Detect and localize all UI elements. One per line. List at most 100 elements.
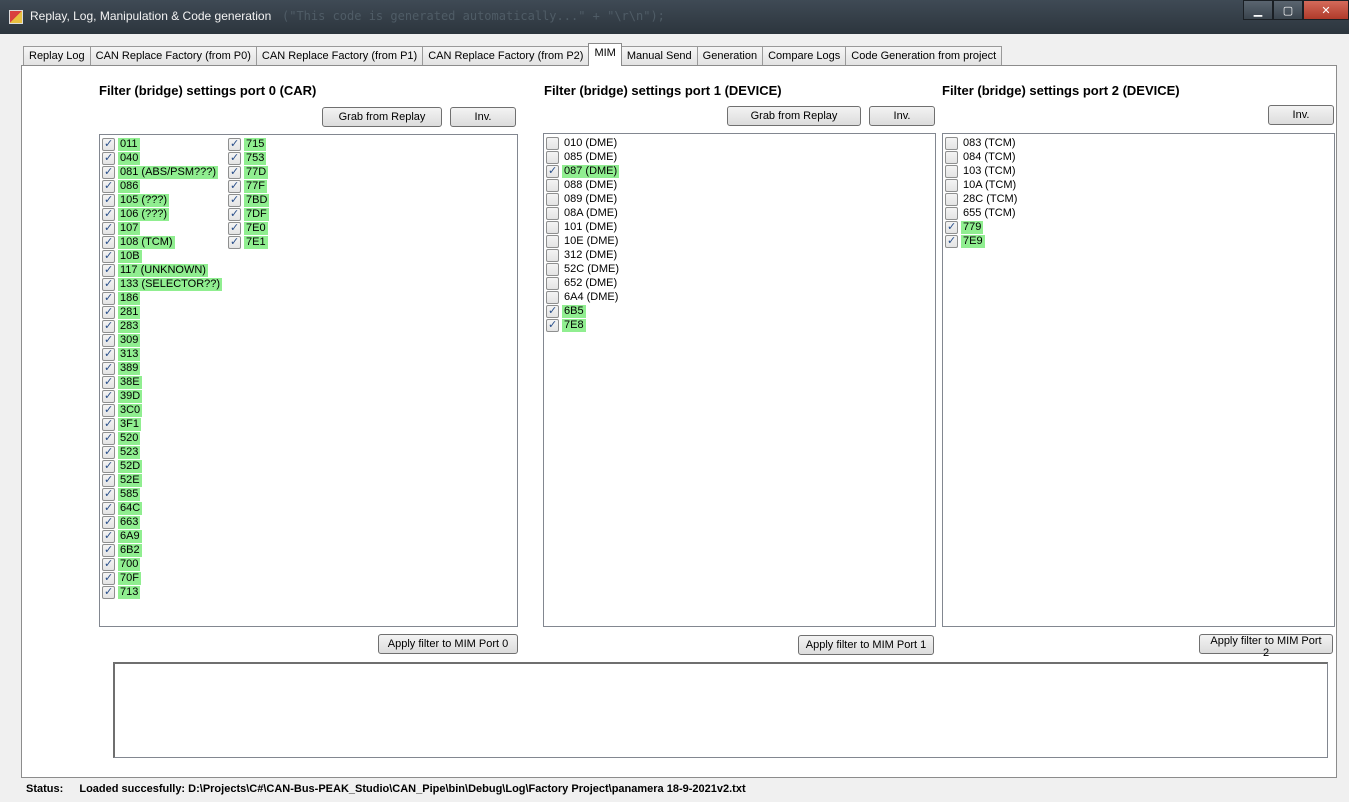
port0-inv-button[interactable]: Inv. [450,107,516,127]
list-item[interactable]: 753 [228,151,269,165]
checkbox-checked[interactable] [102,585,115,599]
port1-grab-button[interactable]: Grab from Replay [727,106,861,126]
minimize-button[interactable]: ▁ [1243,0,1273,20]
port2-filter-list[interactable]: 083 (TCM) 084 (TCM) 103 (TCM) 10A (TCM) 28C … [942,133,1335,627]
maximize-button[interactable]: ▢ [1273,0,1303,20]
checkbox-checked[interactable] [102,515,115,529]
checkbox-checked[interactable] [102,333,115,347]
list-item[interactable]: 312 (DME) [546,248,621,262]
list-item[interactable]: 186 [102,291,222,305]
checkbox-checked[interactable] [102,235,115,249]
list-item[interactable]: 52E [102,473,222,487]
tab-can-replace-p2[interactable]: CAN Replace Factory (from P2) [422,46,590,66]
list-item[interactable]: 715 [228,137,269,151]
tab-generation[interactable]: Generation [696,46,764,66]
checkbox-checked[interactable] [228,179,241,193]
list-item[interactable]: 39D [102,389,222,403]
list-item[interactable]: 309 [102,333,222,347]
checkbox-unchecked[interactable] [546,248,559,262]
list-item[interactable]: 700 [102,557,222,571]
tab-mim[interactable]: MIM [588,43,622,66]
list-item[interactable]: 7E9 [945,234,1019,248]
checkbox-checked[interactable] [102,543,115,557]
list-item[interactable]: 10E (DME) [546,234,621,248]
list-item[interactable]: 106 (???) [102,207,222,221]
list-item[interactable]: 040 [102,151,222,165]
list-item[interactable]: 117 (UNKNOWN) [102,263,222,277]
list-item[interactable]: 7E8 [546,318,621,332]
checkbox-checked[interactable] [102,151,115,165]
checkbox-checked[interactable] [945,220,958,234]
port0-apply-button[interactable]: Apply filter to MIM Port 0 [378,634,518,654]
list-item[interactable]: 52C (DME) [546,262,621,276]
list-item[interactable]: 663 [102,515,222,529]
checkbox-checked[interactable] [102,557,115,571]
checkbox-checked[interactable] [228,221,241,235]
checkbox-unchecked[interactable] [945,206,958,220]
tab-can-replace-p1[interactable]: CAN Replace Factory (from P1) [255,46,424,66]
list-item[interactable]: 713 [102,585,222,599]
checkbox-checked[interactable] [546,318,559,332]
checkbox-checked[interactable] [102,417,115,431]
checkbox-unchecked[interactable] [546,220,559,234]
list-item[interactable]: 28C (TCM) [945,192,1019,206]
list-item[interactable]: 081 (ABS/PSM???) [102,165,222,179]
list-item[interactable]: 107 [102,221,222,235]
list-item[interactable]: 010 (DME) [546,136,621,150]
list-item[interactable]: 779 [945,220,1019,234]
checkbox-checked[interactable] [102,179,115,193]
list-item[interactable]: 523 [102,445,222,459]
checkbox-unchecked[interactable] [546,206,559,220]
checkbox-checked[interactable] [102,501,115,515]
checkbox-checked[interactable] [102,389,115,403]
tab-compare-logs[interactable]: Compare Logs [762,46,847,66]
port1-inv-button[interactable]: Inv. [869,106,935,126]
checkbox-checked[interactable] [228,151,241,165]
port0-filter-list[interactable]: 011040081 (ABS/PSM???)086105 (???)106 (?… [99,134,518,627]
list-item[interactable]: 283 [102,319,222,333]
checkbox-checked[interactable] [102,403,115,417]
port1-apply-button[interactable]: Apply filter to MIM Port 1 [798,635,934,655]
checkbox-unchecked[interactable] [945,136,958,150]
list-item[interactable]: 77F [228,179,269,193]
port2-inv-button[interactable]: Inv. [1268,105,1334,125]
list-item[interactable]: 313 [102,347,222,361]
port2-apply-button[interactable]: Apply filter to MIM Port 2 [1199,634,1333,659]
checkbox-checked[interactable] [102,459,115,473]
checkbox-unchecked[interactable] [945,178,958,192]
list-item[interactable]: 089 (DME) [546,192,621,206]
list-item[interactable]: 281 [102,305,222,319]
port1-filter-list[interactable]: 010 (DME)085 (DME)087 (DME)088 (DME)089 … [543,133,936,627]
checkbox-checked[interactable] [228,165,241,179]
checkbox-checked[interactable] [102,347,115,361]
list-item[interactable]: 087 (DME) [546,164,621,178]
list-item[interactable]: 520 [102,431,222,445]
list-item[interactable]: 084 (TCM) [945,150,1019,164]
checkbox-checked[interactable] [102,305,115,319]
list-item[interactable]: 133 (SELECTOR??) [102,277,223,291]
tab-can-replace-p0[interactable]: CAN Replace Factory (from P0) [89,46,257,66]
checkbox-checked[interactable] [102,445,115,459]
checkbox-unchecked[interactable] [945,150,958,164]
list-item[interactable]: 083 (TCM) [945,136,1019,150]
checkbox-checked[interactable] [102,207,115,221]
checkbox-checked[interactable] [102,487,115,501]
checkbox-checked[interactable] [102,249,115,263]
checkbox-unchecked[interactable] [546,234,559,248]
list-item[interactable]: 011 [102,137,222,151]
list-item[interactable]: 52D [102,459,222,473]
checkbox-checked[interactable] [102,375,115,389]
list-item[interactable]: 7DF [228,207,269,221]
tab-manual-send[interactable]: Manual Send [620,46,698,66]
list-item[interactable]: 10A (TCM) [945,178,1019,192]
list-item[interactable]: 101 (DME) [546,220,621,234]
checkbox-unchecked[interactable] [945,192,958,206]
list-item[interactable]: 3F1 [102,417,222,431]
checkbox-checked[interactable] [102,319,115,333]
tab-code-generation-project[interactable]: Code Generation from project [845,46,1003,66]
checkbox-unchecked[interactable] [546,276,559,290]
checkbox-checked[interactable] [945,234,958,248]
checkbox-unchecked[interactable] [945,164,958,178]
list-item[interactable]: 103 (TCM) [945,164,1019,178]
list-item[interactable]: 7E1 [228,235,269,249]
